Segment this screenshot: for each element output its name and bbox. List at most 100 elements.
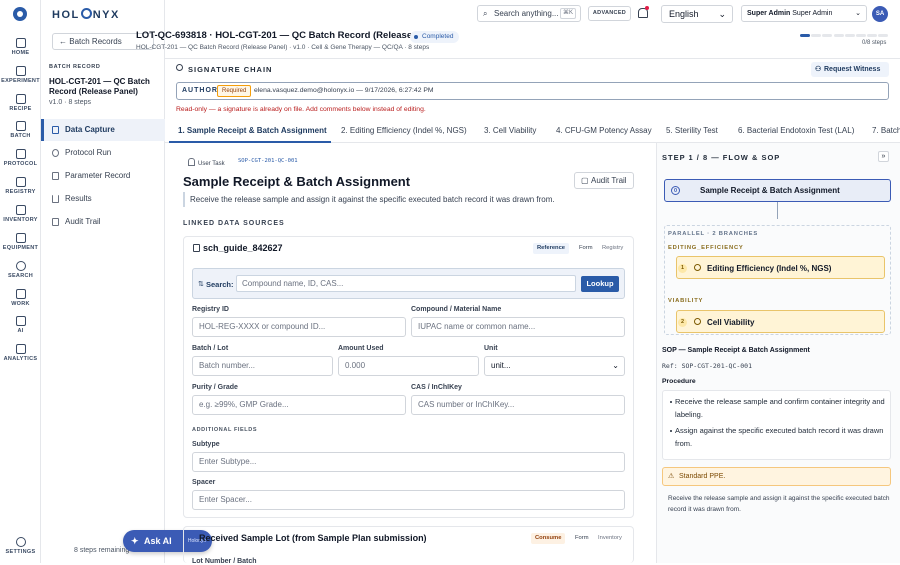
rail-work[interactable]: WORK (0, 289, 41, 307)
recipe-icon (15, 94, 26, 104)
lookup-button[interactable]: Lookup (581, 276, 619, 292)
sidebar-item-parameter-record[interactable]: Parameter Record (41, 165, 165, 187)
clipboard-icon: ▢ (581, 176, 589, 185)
rail-batch[interactable]: BATCH (0, 121, 41, 139)
brand-left: HOL (52, 9, 80, 21)
signature-chain-title: SIGNATURE CHAIN (188, 65, 273, 74)
compound-input[interactable]: IUPAC name or common name... (411, 317, 625, 337)
protocol-icon (15, 149, 26, 159)
request-witness-button[interactable]: ⚇ Request Witness (811, 62, 889, 77)
tab-step-1[interactable]: 1. Sample Receipt & Batch Assignment (178, 126, 327, 135)
form-icon (52, 172, 59, 180)
sidebar-kicker: BATCH RECORD (49, 64, 101, 70)
progress-segment (878, 34, 889, 37)
purity-label: Purity / Grade (192, 384, 238, 391)
sidebar-item-results[interactable]: Results (41, 188, 165, 210)
audit-trail-button[interactable]: ▢ Audit Trail (574, 172, 634, 189)
purity-input[interactable]: e.g. ≥99%, GMP Grade... (192, 395, 406, 415)
required-badge: Required (217, 85, 252, 97)
registry-id-input[interactable]: HOL-REG-XXXX or compound ID... (192, 317, 406, 337)
equipment-icon (15, 233, 26, 243)
branch-1-number: 1 (678, 264, 687, 273)
rail-protocol[interactable]: PROTOCOL (0, 149, 41, 167)
progress-segment (833, 34, 844, 37)
user-name: Super Admin (792, 10, 833, 17)
subtype-label: Subtype (192, 441, 220, 448)
subtype-input[interactable]: Enter Subtype... (192, 452, 625, 472)
search-icon (15, 261, 26, 271)
sop-reference[interactable]: SOP-CGT-201-QC-001 (238, 158, 298, 164)
sidebar-version: v1.0 · 8 steps (49, 99, 92, 106)
form-badge-2: Form (575, 535, 589, 541)
language-select[interactable]: English ⌄ (661, 5, 733, 23)
inventory-badge: Inventory (598, 535, 622, 541)
steps-remaining: 8 steps remaining (74, 547, 130, 554)
book-icon (52, 218, 59, 226)
procedure-step-2: Assign against the specific executed bat… (670, 425, 885, 450)
author-label: AUTHOR (182, 87, 218, 94)
analytics-icon (15, 344, 26, 354)
tab-step-2[interactable]: 2. Editing Efficiency (Indel %, NGS) (341, 126, 467, 135)
cas-input[interactable]: CAS number or InChIKey... (411, 395, 625, 415)
page-title: LOT-QC-693818 · HOL-CGT-201 — QC Batch R… (136, 30, 444, 41)
filter-icon: ⇅ (198, 281, 204, 288)
chevron-down-icon: ⌄ (718, 9, 726, 19)
flow-step-label: STEP 1 / 8 — FLOW & SOP (662, 153, 781, 162)
rail-search[interactable]: SEARCH (0, 261, 41, 279)
sidebar-item-audit-trail[interactable]: Audit Trail (41, 211, 165, 233)
bar-chart-icon (52, 195, 59, 203)
compound-label: Compound / Material Name (411, 306, 502, 313)
target-icon (694, 264, 701, 271)
tab-step-5[interactable]: 5. Sterility Test (666, 126, 718, 135)
sop-ref: Ref: SOP-CGT-201-QC-001 (662, 362, 753, 370)
branch-2-title: Cell Viability (707, 318, 755, 327)
rail-inventory[interactable]: INVENTORY (0, 205, 41, 223)
spacer-input[interactable]: Enter Spacer... (192, 490, 625, 510)
avatar[interactable]: SA (872, 6, 888, 22)
rail-home[interactable]: HOME (0, 38, 41, 56)
registry-search-input[interactable]: Compound name, ID, CAS... (236, 275, 576, 292)
registry-badge: Registry (602, 245, 624, 251)
unit-select[interactable]: unit... ⌄ (484, 356, 625, 376)
rail-analytics[interactable]: ANALYTICS (0, 344, 41, 362)
link-icon (52, 149, 59, 157)
rail-settings[interactable]: SETTINGS (0, 537, 41, 555)
user-menu[interactable]: Super Admin Super Admin ⌄ (741, 5, 867, 22)
rail-ai[interactable]: AI (0, 316, 41, 334)
advanced-search-button[interactable]: ADVANCED (588, 6, 631, 21)
flow-node-label: Sample Receipt & Batch Assignment (700, 186, 840, 195)
batch-lot-label: Batch / Lot (192, 345, 229, 352)
page-subtitle: HOL-CGT-201 — QC Batch Record (Release P… (136, 44, 430, 51)
global-search-input[interactable]: ⌕ Search anything... ⌘K (477, 5, 581, 22)
branch-1-label: EDITING_EFFICIENCY (668, 245, 744, 251)
arrow-left-icon: ← (59, 37, 70, 46)
clipboard-icon (52, 126, 59, 134)
app-logo-icon[interactable] (13, 7, 27, 21)
brand-logo[interactable]: HOL NYX (52, 8, 120, 21)
expand-icon[interactable]: » (878, 151, 889, 162)
tab-step-7[interactable]: 7. Batch (872, 126, 900, 135)
author-signature: elena.vasquez.demo@holonyx.io — 9/17/202… (254, 87, 434, 94)
tab-step-3[interactable]: 3. Cell Viability (484, 126, 536, 135)
rail-experiment[interactable]: EXPERIMENT (0, 66, 41, 84)
rail-recipe[interactable]: RECIPE (0, 94, 41, 112)
sidebar-item-protocol-run[interactable]: Protocol Run (41, 142, 165, 164)
rail-equipment[interactable]: EQUIPMENT (0, 233, 41, 251)
tab-step-4[interactable]: 4. CFU-GM Potency Assay (556, 126, 652, 135)
tab-step-6[interactable]: 6. Bacterial Endotoxin Test (LAL) (738, 126, 854, 135)
amount-used-input[interactable]: 0.000 (338, 356, 479, 376)
lot-number-label: Lot Number / Batch (192, 558, 257, 565)
step-heading: Sample Receipt & Batch Assignment (183, 174, 411, 189)
rail-registry[interactable]: REGISTRY (0, 177, 41, 195)
progress-segment (811, 34, 822, 37)
progress-segment (856, 34, 866, 37)
ppe-warning: Standard PPE. (662, 467, 891, 486)
batch-lot-input[interactable]: Batch number... (192, 356, 333, 376)
flow-connector (777, 202, 778, 219)
branch-2-label: VIABILITY (668, 298, 704, 304)
parallel-label: PARALLEL · 2 BRANCHES (668, 231, 759, 237)
flow-node-number: 0 (671, 186, 680, 195)
task-type: User Task (188, 158, 225, 167)
sidebar-item-data-capture[interactable]: Data Capture (41, 119, 165, 141)
reference-badge: Reference (533, 243, 570, 254)
